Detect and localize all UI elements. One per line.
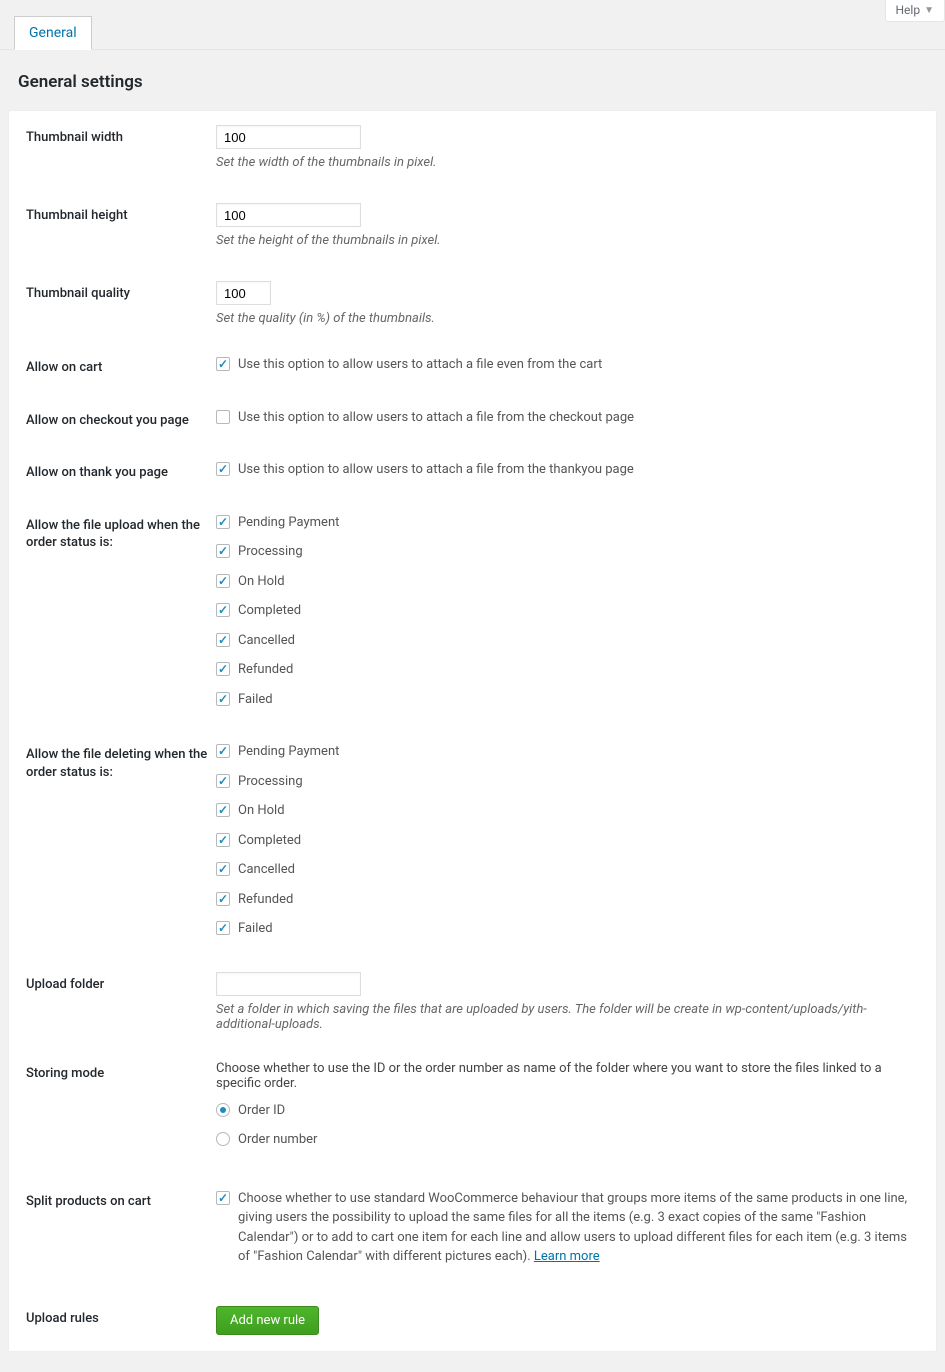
- delete-status-label: Allow the file deleting when the order s…: [26, 742, 216, 781]
- thumb-width-desc: Set the width of the thumbnails in pixel…: [216, 155, 919, 170]
- upload-status-refunded-checkbox[interactable]: [216, 662, 230, 676]
- upload-folder-desc: Set a folder in which saving the files t…: [216, 1002, 919, 1032]
- upload-status-completed: Completed: [238, 601, 301, 621]
- delete-status-processing: Processing: [238, 772, 303, 792]
- upload-status-refunded: Refunded: [238, 660, 293, 680]
- thumb-quality-label: Thumbnail quality: [26, 281, 216, 303]
- upload-status-failed-checkbox[interactable]: [216, 692, 230, 706]
- storing-mode-label: Storing mode: [26, 1061, 216, 1083]
- caret-down-icon: ▼: [924, 5, 934, 16]
- help-button[interactable]: Help ▼: [885, 0, 945, 22]
- thumb-quality-desc: Set the quality (in %) of the thumbnails…: [216, 311, 919, 326]
- delete-status-failed: Failed: [238, 919, 273, 939]
- allow-cart-label: Allow on cart: [26, 355, 216, 377]
- delete-status-cancelled-checkbox[interactable]: [216, 862, 230, 876]
- storing-order-id-label: Order ID: [238, 1101, 285, 1121]
- delete-status-onhold: On Hold: [238, 801, 285, 821]
- settings-panel: Thumbnail width Set the width of the thu…: [8, 110, 937, 1352]
- delete-status-completed: Completed: [238, 831, 301, 851]
- storing-order-number-radio[interactable]: [216, 1132, 230, 1146]
- page-title: General settings: [18, 72, 927, 92]
- add-rule-button[interactable]: Add new rule: [216, 1306, 319, 1335]
- upload-folder-input[interactable]: [216, 972, 361, 996]
- allow-thankyou-desc: Use this option to allow users to attach…: [238, 460, 634, 480]
- upload-status-onhold-checkbox[interactable]: [216, 574, 230, 588]
- thumb-height-label: Thumbnail height: [26, 203, 216, 225]
- allow-cart-checkbox[interactable]: [216, 357, 230, 371]
- upload-status-cancelled-checkbox[interactable]: [216, 633, 230, 647]
- thumb-height-input[interactable]: [216, 203, 361, 227]
- rules-label: Upload rules: [26, 1306, 216, 1328]
- allow-thankyou-checkbox[interactable]: [216, 462, 230, 476]
- upload-status-pending-checkbox[interactable]: [216, 515, 230, 529]
- thumb-height-desc: Set the height of the thumbnails in pixe…: [216, 233, 919, 248]
- split-checkbox[interactable]: [216, 1191, 230, 1205]
- delete-status-refunded-checkbox[interactable]: [216, 892, 230, 906]
- upload-status-cancelled: Cancelled: [238, 631, 295, 651]
- upload-status-completed-checkbox[interactable]: [216, 603, 230, 617]
- storing-order-id-radio[interactable]: [216, 1103, 230, 1117]
- split-label: Split products on cart: [26, 1189, 216, 1211]
- delete-status-failed-checkbox[interactable]: [216, 921, 230, 935]
- thumb-quality-input[interactable]: [216, 281, 271, 305]
- learn-more-link[interactable]: Learn more: [534, 1249, 600, 1264]
- upload-status-label: Allow the file upload when the order sta…: [26, 513, 216, 552]
- settings-tabs: General: [0, 16, 945, 50]
- tab-general[interactable]: General: [14, 16, 92, 50]
- split-desc: Choose whether to use standard WooCommer…: [238, 1189, 919, 1267]
- delete-status-pending: Pending Payment: [238, 742, 339, 762]
- delete-status-onhold-checkbox[interactable]: [216, 803, 230, 817]
- delete-status-pending-checkbox[interactable]: [216, 744, 230, 758]
- upload-status-pending: Pending Payment: [238, 513, 339, 533]
- upload-status-onhold: On Hold: [238, 572, 285, 592]
- upload-status-processing: Processing: [238, 542, 303, 562]
- allow-checkout-label: Allow on checkout you page: [26, 408, 216, 430]
- allow-cart-desc: Use this option to allow users to attach…: [238, 355, 602, 375]
- storing-order-number-label: Order number: [238, 1130, 317, 1150]
- delete-status-processing-checkbox[interactable]: [216, 774, 230, 788]
- upload-status-processing-checkbox[interactable]: [216, 544, 230, 558]
- allow-thankyou-label: Allow on thank you page: [26, 460, 216, 482]
- allow-checkout-desc: Use this option to allow users to attach…: [238, 408, 634, 428]
- help-label: Help: [896, 3, 921, 17]
- upload-folder-label: Upload folder: [26, 972, 216, 994]
- thumb-width-input[interactable]: [216, 125, 361, 149]
- allow-checkout-checkbox[interactable]: [216, 410, 230, 424]
- delete-status-cancelled: Cancelled: [238, 860, 295, 880]
- upload-status-failed: Failed: [238, 690, 273, 710]
- thumb-width-label: Thumbnail width: [26, 125, 216, 147]
- delete-status-completed-checkbox[interactable]: [216, 833, 230, 847]
- storing-mode-instr: Choose whether to use the ID or the orde…: [216, 1061, 919, 1091]
- delete-status-refunded: Refunded: [238, 890, 293, 910]
